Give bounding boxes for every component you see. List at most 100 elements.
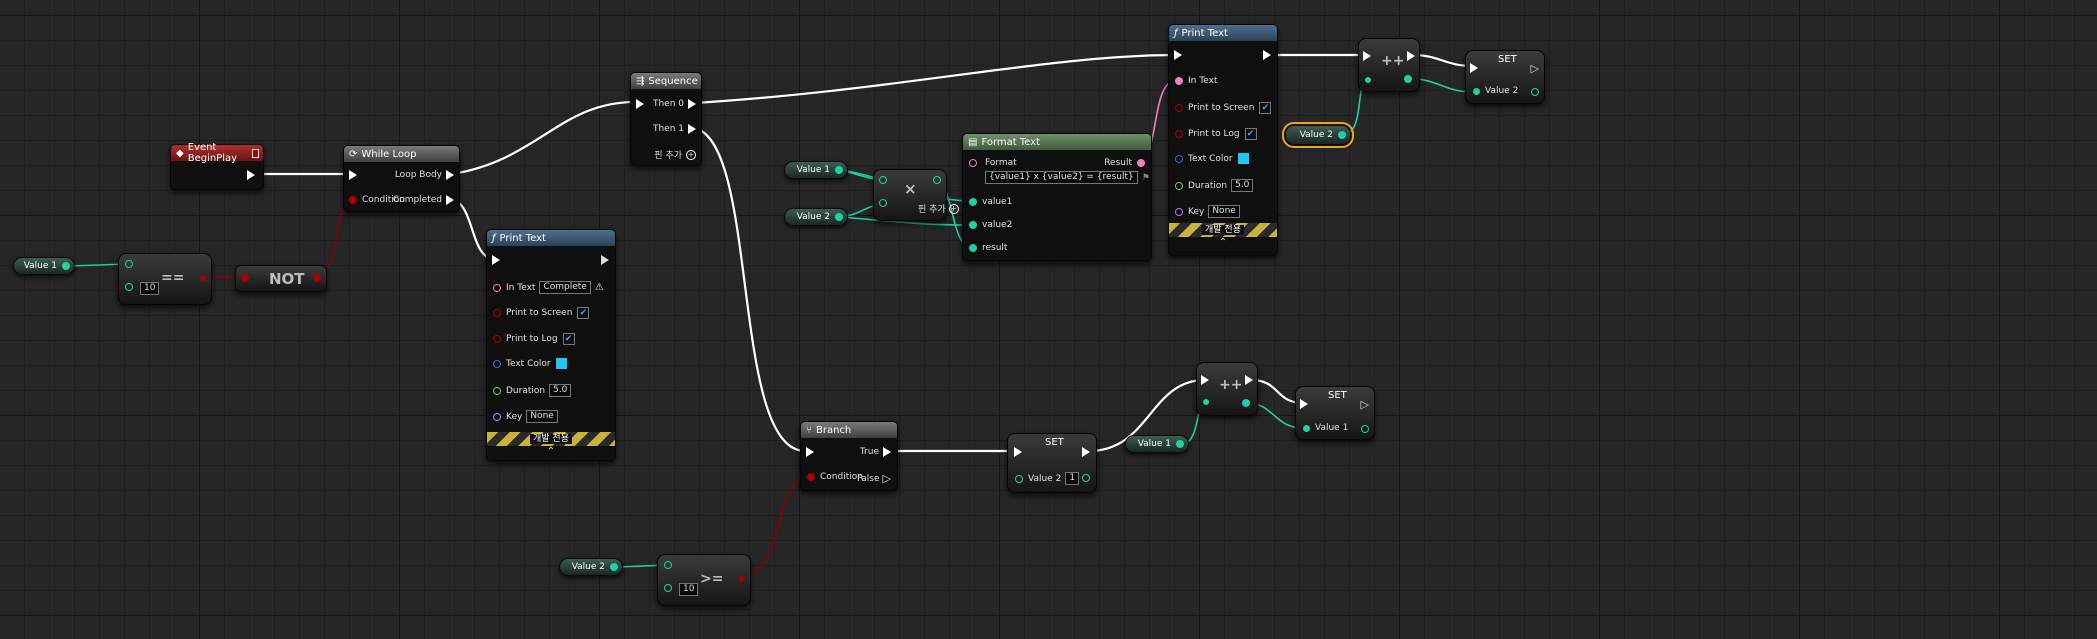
value2-getter-a[interactable]: Value 2: [784, 208, 848, 226]
format-format-pin[interactable]: Format: [969, 158, 1017, 168]
increment-node-2[interactable]: ++: [1196, 362, 1258, 416]
eq-input-b-pin[interactable]: [125, 283, 133, 291]
value1-getter-b[interactable]: Value 1: [784, 161, 848, 179]
begin-exec-out[interactable]: [247, 170, 255, 180]
set2-value-pin[interactable]: Value 1: [1303, 423, 1348, 433]
sequence-then1-pin[interactable]: Then 1: [653, 124, 696, 134]
print2-screen-pin[interactable]: Print to Screen ✔: [1175, 102, 1272, 114]
print1-color-pin[interactable]: Text Color: [493, 358, 567, 369]
format-value2-pin[interactable]: value2: [969, 220, 1012, 230]
print2-key-pin[interactable]: Key None: [1175, 205, 1240, 218]
print2-exec-out[interactable]: [1263, 50, 1271, 60]
while-loop-node[interactable]: ⟳ While Loop Condition Loop Body Complet…: [343, 145, 460, 212]
print1-collapse-chevron-icon[interactable]: ⌃: [487, 446, 615, 457]
mul-input-b-pin[interactable]: [879, 199, 887, 207]
gte-output-pin[interactable]: [739, 576, 745, 582]
while-exec-in[interactable]: [349, 170, 357, 180]
inc1-input-pin[interactable]: [1365, 77, 1371, 83]
set2-exec-in[interactable]: [1300, 399, 1308, 409]
set3-exec-out-icon[interactable]: ▷: [1531, 62, 1539, 75]
print1-exec-in[interactable]: [492, 255, 500, 265]
mul-output-pin[interactable]: [933, 176, 941, 184]
print2-duration-pin[interactable]: Duration 5.0: [1175, 179, 1254, 192]
sequence-exec-in[interactable]: [636, 99, 644, 109]
equals-node[interactable]: 10 ==: [118, 253, 212, 305]
inc1-output-pin[interactable]: [1404, 75, 1412, 83]
print1-exec-out[interactable]: [601, 255, 609, 265]
gte-input-a-pin[interactable]: [664, 561, 672, 569]
print2-exec-in[interactable]: [1174, 50, 1182, 60]
print1-key-pin[interactable]: Key None: [493, 410, 558, 423]
print2-intext-pin[interactable]: In Text: [1175, 76, 1217, 86]
value1-getter-c[interactable]: Value 1: [1125, 435, 1189, 453]
print2-duration-value[interactable]: 5.0: [1231, 179, 1254, 192]
set2-exec-out-icon[interactable]: ▷: [1361, 398, 1369, 411]
mul-add-pin-button[interactable]: 핀 추가 +: [918, 202, 959, 215]
set3-value-pin[interactable]: Value 2: [1473, 86, 1518, 96]
set-node-value1[interactable]: SET ▷ Value 1: [1295, 386, 1375, 440]
print-text-node-2[interactable]: ƒ Print Text In Text Print to Screen ✔ Pr…: [1168, 24, 1278, 256]
format-format-value-field[interactable]: {value1} x {value2} = {result} ⚑: [985, 171, 1150, 184]
print2-key-value[interactable]: None: [1208, 205, 1240, 218]
set1-exec-out[interactable]: [1082, 447, 1090, 457]
set3-output-pin[interactable]: [1531, 88, 1539, 96]
print1-log-checkbox[interactable]: ✔: [562, 333, 575, 345]
format-text-node[interactable]: ▤ Format Text Format {value1} x {value2}…: [962, 133, 1152, 261]
print1-log-pin[interactable]: Print to Log ✔: [493, 333, 575, 345]
format-resultin-pin[interactable]: result: [969, 243, 1007, 253]
value1-getter-a[interactable]: Value 1: [13, 257, 75, 275]
print1-duration-value[interactable]: 5.0: [549, 384, 572, 397]
not-input-pin[interactable]: [241, 274, 249, 282]
set1-var-value[interactable]: 1: [1065, 472, 1080, 485]
set-node-value2-top[interactable]: SET ▷ Value 2: [1465, 50, 1545, 104]
mul-input-a-pin[interactable]: [879, 176, 887, 184]
sequence-node[interactable]: ⇶ Sequence Then 0 Then 1 핀 추가 +: [630, 72, 702, 166]
multiply-node[interactable]: × 핀 추가 +: [873, 169, 959, 221]
set3-exec-in[interactable]: [1470, 63, 1478, 73]
not-output-pin[interactable]: [313, 274, 321, 282]
branch-false-pin[interactable]: False ▷: [857, 472, 891, 485]
increment-node-1[interactable]: ++: [1358, 38, 1420, 92]
inc2-output-pin[interactable]: [1242, 399, 1250, 407]
print2-log-checkbox[interactable]: ✔: [1244, 128, 1257, 140]
while-loopbody-pin[interactable]: Loop Body: [395, 170, 454, 180]
print1-intext-pin[interactable]: In Text Complete ⚠: [493, 281, 604, 294]
set1-output-pin[interactable]: [1082, 474, 1090, 482]
inc2-input-pin[interactable]: [1203, 399, 1209, 405]
print2-log-pin[interactable]: Print to Log ✔: [1175, 128, 1257, 140]
value2-getter-b[interactable]: Value 2: [559, 558, 623, 576]
branch-node[interactable]: ⑂ Branch True Condition False ▷: [800, 421, 898, 491]
eq-literal-value[interactable]: 10: [140, 282, 160, 295]
print1-intext-value[interactable]: Complete: [539, 281, 591, 294]
inc2-exec-in[interactable]: [1201, 375, 1209, 385]
branch-condition-pin[interactable]: Condition: [807, 472, 863, 482]
inc2-exec-out[interactable]: [1245, 375, 1253, 385]
while-completed-pin[interactable]: Completed: [393, 195, 454, 205]
print1-color-swatch[interactable]: [555, 358, 567, 369]
eq-input-a-pin[interactable]: [125, 260, 133, 268]
format-value1-pin[interactable]: value1: [969, 197, 1012, 207]
inc1-exec-in[interactable]: [1363, 51, 1371, 61]
branch-exec-in[interactable]: [806, 447, 814, 457]
sequence-then0-pin[interactable]: Then 0: [653, 99, 696, 109]
print1-key-value[interactable]: None: [526, 410, 558, 423]
format-format-value[interactable]: {value1} x {value2} = {result}: [985, 171, 1138, 184]
inc1-exec-out[interactable]: [1407, 51, 1415, 61]
format-result-out-pin[interactable]: Result: [1104, 158, 1145, 168]
print1-screen-checkbox[interactable]: ✔: [577, 307, 590, 319]
print1-screen-pin[interactable]: Print to Screen ✔: [493, 307, 590, 319]
print1-duration-pin[interactable]: Duration 5.0: [493, 384, 572, 397]
print2-collapse-chevron-icon[interactable]: ⌃: [1169, 237, 1277, 248]
sequence-add-pin-button[interactable]: 핀 추가 +: [654, 148, 696, 161]
not-node[interactable]: NOT: [235, 265, 327, 292]
eq-output-pin[interactable]: [200, 275, 206, 281]
gte-node[interactable]: 10 >=: [657, 554, 751, 606]
print-text-node-1[interactable]: ƒ Print Text In Text Complete ⚠ Print to S…: [486, 229, 616, 461]
event-beginplay-node[interactable]: ◆ Event BeginPlay: [170, 142, 264, 190]
print2-color-pin[interactable]: Text Color: [1175, 153, 1249, 164]
gte-input-b-pin[interactable]: [664, 584, 672, 592]
set1-exec-in[interactable]: [1014, 447, 1022, 457]
branch-true-pin[interactable]: True: [860, 447, 891, 457]
set1-value-pin[interactable]: Value 21: [1015, 472, 1080, 485]
gte-literal-value[interactable]: 10: [679, 583, 699, 596]
